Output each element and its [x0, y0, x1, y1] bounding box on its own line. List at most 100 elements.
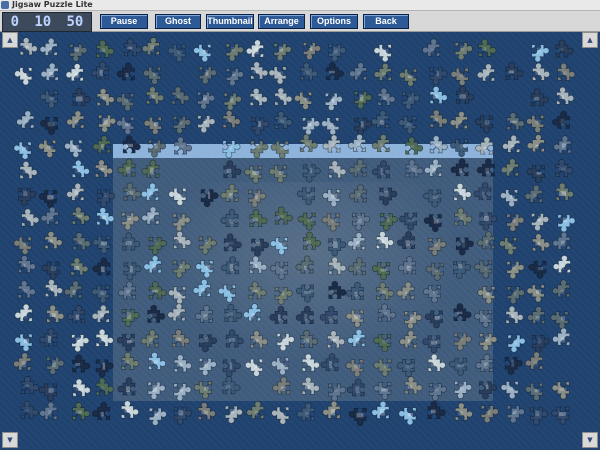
puzzle-piece[interactable]: [251, 117, 270, 136]
puzzle-piece[interactable]: [506, 213, 525, 232]
puzzle-piece[interactable]: [39, 328, 58, 347]
puzzle-piece[interactable]: [91, 285, 110, 304]
puzzle-piece[interactable]: [141, 206, 160, 225]
puzzle-piece[interactable]: [295, 306, 314, 324]
puzzle-piece[interactable]: [116, 93, 134, 112]
puzzle-piece[interactable]: [16, 110, 35, 129]
puzzle-piece[interactable]: [396, 281, 415, 300]
puzzle-piece[interactable]: [14, 67, 33, 86]
puzzle-piece[interactable]: [378, 303, 397, 322]
puzzle-piece[interactable]: [324, 92, 343, 111]
puzzle-piece[interactable]: [95, 328, 114, 347]
puzzle-piece[interactable]: [117, 377, 136, 396]
puzzle-piece[interactable]: [530, 88, 549, 107]
puzzle-piece[interactable]: [271, 357, 289, 376]
puzzle-piece[interactable]: [146, 86, 165, 105]
puzzle-piece[interactable]: [13, 352, 32, 371]
puzzle-piece[interactable]: [72, 87, 91, 106]
puzzle-piece[interactable]: [454, 402, 473, 421]
puzzle-piece[interactable]: [423, 214, 442, 233]
puzzle-piece[interactable]: [454, 207, 473, 226]
puzzle-piece[interactable]: [371, 262, 390, 281]
puzzle-piece[interactable]: [322, 134, 341, 153]
puzzle-piece[interactable]: [422, 335, 441, 354]
puzzle-piece[interactable]: [269, 305, 288, 324]
puzzle-piece[interactable]: [250, 140, 269, 159]
puzzle-piece[interactable]: [321, 117, 340, 136]
puzzle-piece[interactable]: [456, 85, 475, 104]
puzzle-piece[interactable]: [373, 334, 392, 353]
puzzle-piece[interactable]: [248, 281, 267, 300]
puzzle-piece[interactable]: [303, 42, 321, 61]
puzzle-piece[interactable]: [96, 39, 115, 58]
puzzle-piece[interactable]: [270, 140, 289, 159]
puzzle-piece[interactable]: [529, 407, 548, 426]
puzzle-piece[interactable]: [524, 184, 543, 203]
puzzle-piece[interactable]: [148, 407, 167, 426]
puzzle-piece[interactable]: [422, 38, 441, 57]
puzzle-piece[interactable]: [427, 353, 446, 372]
puzzle-piece[interactable]: [376, 281, 395, 300]
puzzle-piece[interactable]: [148, 139, 167, 158]
puzzle-piece[interactable]: [405, 136, 424, 155]
puzzle-piece[interactable]: [92, 235, 111, 254]
puzzle-piece[interactable]: [319, 305, 338, 324]
puzzle-piece[interactable]: [301, 376, 320, 395]
puzzle-piece[interactable]: [18, 187, 37, 206]
puzzle-piece[interactable]: [197, 115, 216, 134]
puzzle-piece[interactable]: [271, 406, 290, 425]
expand-arrow-icon[interactable]: ▲: [2, 32, 18, 48]
puzzle-piece[interactable]: [553, 135, 572, 154]
puzzle-piece[interactable]: [116, 116, 135, 135]
puzzle-piece[interactable]: [197, 91, 216, 110]
puzzle-piece[interactable]: [220, 183, 239, 202]
puzzle-piece[interactable]: [502, 134, 521, 153]
puzzle-piece[interactable]: [450, 158, 469, 177]
puzzle-piece[interactable]: [39, 383, 57, 402]
puzzle-piece[interactable]: [473, 182, 492, 201]
puzzle-piece[interactable]: [527, 306, 545, 324]
puzzle-pieces-layer[interactable]: [0, 32, 600, 450]
puzzle-piece[interactable]: [373, 44, 392, 63]
puzzle-piece[interactable]: [225, 43, 244, 62]
puzzle-piece[interactable]: [122, 232, 141, 251]
puzzle-piece[interactable]: [39, 401, 58, 420]
puzzle-piece[interactable]: [479, 212, 498, 231]
puzzle-piece[interactable]: [320, 353, 339, 372]
puzzle-piece[interactable]: [244, 165, 263, 184]
puzzle-piece[interactable]: [91, 61, 109, 80]
puzzle-piece[interactable]: [143, 66, 161, 85]
puzzle-piece[interactable]: [223, 160, 242, 179]
puzzle-piece[interactable]: [270, 261, 289, 280]
puzzle-piece[interactable]: [65, 63, 84, 82]
puzzle-piece[interactable]: [95, 359, 114, 378]
puzzle-piece[interactable]: [198, 358, 217, 376]
puzzle-piece[interactable]: [474, 260, 493, 279]
puzzle-piece[interactable]: [95, 377, 114, 396]
puzzle-piece[interactable]: [550, 311, 569, 330]
puzzle-piece[interactable]: [429, 67, 448, 86]
puzzle-piece[interactable]: [398, 407, 417, 426]
puzzle-piece[interactable]: [121, 212, 140, 231]
puzzle-piece[interactable]: [173, 383, 192, 402]
puzzle-piece[interactable]: [45, 279, 63, 297]
puzzle-piece[interactable]: [505, 61, 524, 80]
puzzle-piece[interactable]: [276, 333, 295, 352]
puzzle-piece[interactable]: [91, 304, 110, 323]
puzzle-piece[interactable]: [224, 405, 243, 424]
puzzle-piece[interactable]: [450, 139, 468, 157]
puzzle-piece[interactable]: [173, 354, 192, 373]
puzzle-piece[interactable]: [552, 255, 571, 273]
puzzle-piece[interactable]: [171, 86, 190, 105]
puzzle-piece[interactable]: [41, 261, 60, 280]
puzzle-piece[interactable]: [328, 383, 347, 402]
puzzle-piece[interactable]: [345, 359, 364, 378]
puzzle-piece[interactable]: [21, 376, 40, 394]
puzzle-piece[interactable]: [192, 278, 211, 297]
puzzle-piece[interactable]: [64, 280, 82, 299]
puzzle-piece[interactable]: [148, 351, 167, 370]
puzzle-piece[interactable]: [398, 68, 417, 87]
puzzle-piece[interactable]: [17, 280, 36, 299]
puzzle-piece[interactable]: [249, 87, 268, 106]
puzzle-piece[interactable]: [140, 182, 159, 201]
